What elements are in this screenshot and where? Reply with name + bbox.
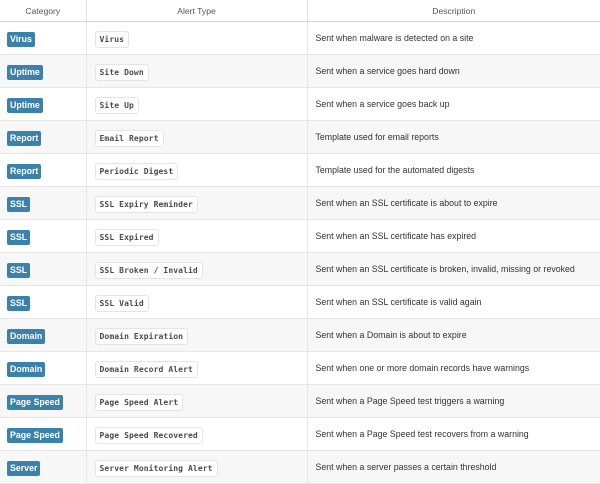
category-cell: SSL (0, 186, 87, 220)
category-badge: SSL (7, 197, 31, 212)
alert-type-cell: Site Down (86, 54, 308, 88)
description-cell: Template used for email reports (307, 120, 600, 154)
alert-type-code: Server Monitoring Alert (94, 459, 218, 477)
category-badge: Uptime (7, 65, 43, 80)
alert-type-cell: Virus (86, 21, 308, 55)
column-header-description: Description (307, 0, 600, 22)
table-row: SSL SSL Expiry Reminder Sent when an SSL c… (0, 186, 600, 220)
alert-type-cell: Domain Record Alert (86, 351, 308, 385)
category-cell: SSL (0, 252, 87, 286)
category-cell: Domain (0, 318, 87, 352)
category-badge: Report (7, 131, 42, 146)
alert-type-cell: SSL Valid (86, 285, 308, 319)
category-cell: Report (0, 153, 87, 187)
description-cell: Sent when a Domain is about to expire (307, 318, 600, 352)
category-badge: SSL (7, 263, 31, 278)
alert-type-code: Page Speed Alert (94, 393, 184, 411)
alert-types-table: Category Alert Type Description Virus Vir… (0, 0, 600, 484)
description-cell: Sent when one or more domain records hav… (307, 351, 600, 385)
table-row: Page Speed Page Speed Alert Sent when a Pa… (0, 384, 600, 418)
category-badge: Domain (7, 329, 46, 344)
category-badge: Uptime (7, 98, 43, 113)
alert-type-code: SSL Expiry Reminder (94, 195, 198, 213)
table-body: Virus Virus Sent when malware is detected … (0, 21, 600, 484)
description-cell: Sent when a service goes hard down (307, 54, 600, 88)
alert-type-code: Page Speed Recovered (94, 426, 203, 444)
description-cell: Sent when a Page Speed test triggers a w… (307, 384, 600, 418)
alert-type-cell: SSL Expiry Reminder (86, 186, 308, 220)
alert-type-code: Domain Record Alert (94, 360, 198, 378)
table-row: Domain Domain Record Alert Sent when one o… (0, 351, 600, 385)
category-cell: Uptime (0, 54, 87, 88)
category-cell: SSL (0, 285, 87, 319)
description-cell: Sent when malware is detected on a site (307, 21, 600, 55)
description-cell: Sent when a service goes back up (307, 87, 600, 121)
column-header-category: Category (0, 0, 87, 22)
table-row: Page Speed Page Speed Recovered Sent when … (0, 417, 600, 451)
alert-type-cell: Server Monitoring Alert (86, 450, 308, 484)
table-row: Domain Domain Expiration Sent when a Domai… (0, 318, 600, 352)
table-row: Uptime Site Up Sent when a service goes ba… (0, 87, 600, 121)
description-cell: Sent when a server passes a certain thre… (307, 450, 600, 484)
alert-type-cell: Domain Expiration (86, 318, 308, 352)
alert-type-cell: SSL Broken / Invalid (86, 252, 308, 286)
table-row: SSL SSL Broken / Invalid Sent when an SSL … (0, 252, 600, 286)
description-cell: Template used for the automated digests (307, 153, 600, 187)
alert-type-code: SSL Expired (94, 228, 159, 246)
category-cell: Domain (0, 351, 87, 385)
alert-type-code: Domain Expiration (94, 327, 189, 345)
category-badge: Domain (7, 362, 46, 377)
description-cell: Sent when an SSL certificate is about to… (307, 186, 600, 220)
category-cell: Uptime (0, 87, 87, 121)
table-row: SSL SSL Expired Sent when an SSL certifica… (0, 219, 600, 253)
table-row: SSL SSL Valid Sent when an SSL certificate… (0, 285, 600, 319)
alert-type-cell: SSL Expired (86, 219, 308, 253)
alert-type-cell: Periodic Digest (86, 153, 308, 187)
category-badge: Page Speed (7, 428, 63, 443)
description-cell: Sent when a Page Speed test recovers fro… (307, 417, 600, 451)
alert-type-cell: Site Up (86, 87, 308, 121)
alert-type-cell: Email Report (86, 120, 308, 154)
category-cell: Page Speed (0, 417, 87, 451)
alert-type-code: Email Report (94, 129, 164, 147)
alert-type-code: Site Up (94, 96, 139, 114)
alert-type-code: SSL Valid (94, 294, 149, 312)
category-badge: Report (7, 164, 42, 179)
column-header-alert-type: Alert Type (86, 0, 308, 22)
alert-type-code: SSL Broken / Invalid (94, 261, 203, 279)
category-cell: Report (0, 120, 87, 154)
category-badge: SSL (7, 296, 31, 311)
alert-type-code: Site Down (94, 63, 149, 81)
category-badge: SSL (7, 230, 31, 245)
alert-type-cell: Page Speed Alert (86, 384, 308, 418)
alert-type-code: Virus (94, 30, 130, 48)
category-cell: Page Speed (0, 384, 87, 418)
table-row: Report Email Report Template used for emai… (0, 120, 600, 154)
category-badge: Page Speed (7, 395, 63, 410)
category-badge: Virus (7, 32, 35, 47)
description-cell: Sent when an SSL certificate is valid ag… (307, 285, 600, 319)
table-row: Virus Virus Sent when malware is detected … (0, 21, 600, 55)
category-cell: SSL (0, 219, 87, 253)
category-cell: Virus (0, 21, 87, 55)
description-cell: Sent when an SSL certificate has expired (307, 219, 600, 253)
table-row: Server Server Monitoring Alert Sent when a… (0, 450, 600, 484)
category-cell: Server (0, 450, 87, 484)
alert-type-cell: Page Speed Recovered (86, 417, 308, 451)
table-header-row: Category Alert Type Description (0, 0, 600, 22)
table-row: Uptime Site Down Sent when a service goes … (0, 54, 600, 88)
category-badge: Server (7, 461, 41, 476)
table-row: Report Periodic Digest Template used for t… (0, 153, 600, 187)
description-cell: Sent when an SSL certificate is broken, … (307, 252, 600, 286)
alert-type-code: Periodic Digest (94, 162, 179, 180)
